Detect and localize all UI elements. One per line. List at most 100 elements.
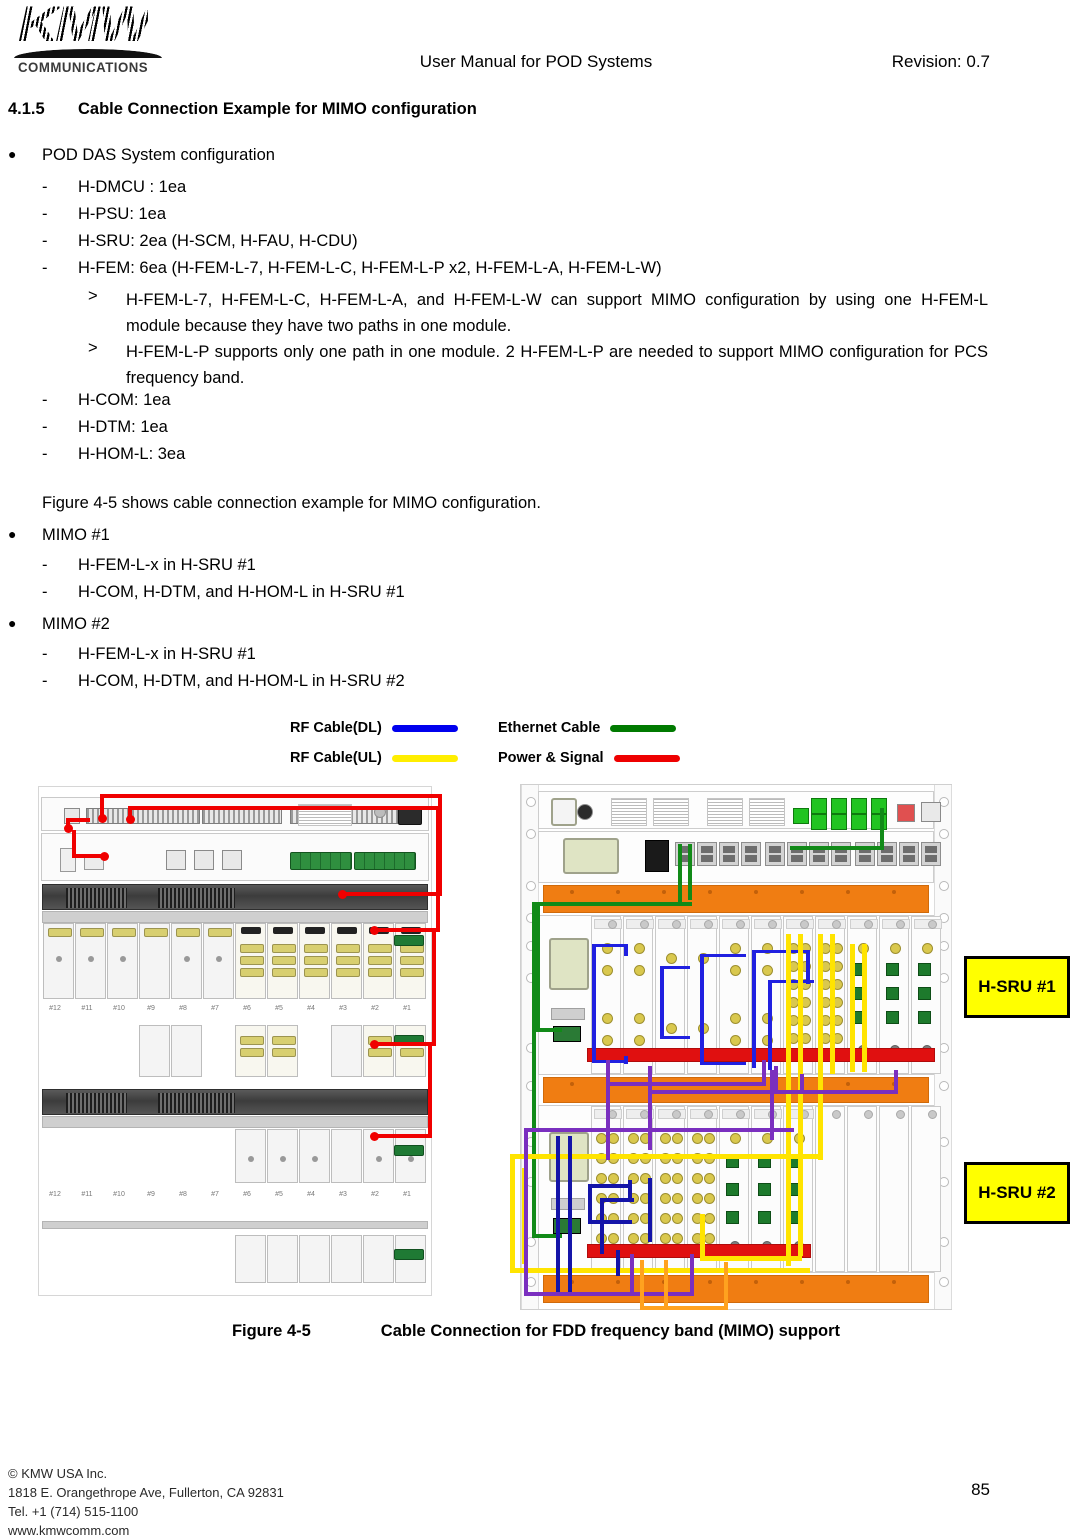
red-cable-node-7 [370,1040,379,1049]
sru1-keypad[interactable] [551,1008,585,1020]
fem-slot-4 [299,923,330,999]
fem-slot-b9 [139,1025,170,1077]
list-item-hdmcu: - H-DMCU : 1ea [42,178,186,197]
fem-slot2-6 [235,1129,266,1183]
eth-cable-seg-8 [532,902,536,1238]
red-cable-node-4 [100,852,109,861]
psu-jack-1 [166,850,186,870]
rf-ul-left-1 [510,1154,515,1272]
dmcu-port-2[interactable] [697,842,717,866]
rf-ul-5 [850,944,855,1072]
db-1 [556,1136,560,1292]
dmcu-port-strip-b [202,808,282,824]
footer-phone: Tel. +1 (714) 515-1100 [8,1504,139,1519]
red-cable-seg-5 [72,830,76,856]
purple-left-1 [524,1128,528,1296]
rf-ul-cross-2 [510,1268,810,1273]
legend-label: Power & Signal [498,750,604,766]
eth-cable-seg-1 [880,808,884,850]
fem-slot2-3 [331,1129,362,1183]
page-number: 85 [971,1480,990,1499]
dmcu-port-12[interactable] [921,842,941,866]
fem-slot3-5 [267,1235,298,1283]
db-4 [600,1198,604,1254]
legend-label: RF Cable(DL) [290,720,382,736]
dmcu-port-11[interactable] [899,842,919,866]
legend-label: RF Cable(UL) [290,750,382,766]
rf-dl-1e [592,1060,628,1063]
legend-swatch-green [610,724,677,732]
rf-ul-cross-3 [700,1256,802,1261]
db-3d [588,1220,632,1224]
red-cable-node-5 [338,890,347,899]
alarm-port [897,804,915,822]
figure-caption-text: Cable Connection for FDD frequency band … [380,1322,841,1340]
rf-dl-2 [660,966,664,1038]
angle-bullet-icon: > [88,287,98,305]
fem-slot-5 [267,923,298,999]
red-cable-seg-4 [66,818,90,822]
dash-icon: - [42,178,48,196]
page-footer: © KMW USA Inc. 1818 E. Orangethrope Ave,… [8,1464,284,1540]
switch-led-a5 [831,814,847,830]
psu-green-terminal-1 [290,852,352,870]
sru1-power-bar [587,1048,935,1062]
red-cable-seg-top [100,794,442,798]
purple-cross-1 [524,1128,794,1132]
sru2-card-10-empty [879,1106,909,1272]
bullet-icon: ● [8,146,17,162]
rf-ul-down-3 [818,1070,823,1160]
dmcu-port-3[interactable] [719,842,739,866]
list-item-label: H-PSU: 1ea [78,205,167,223]
list-item-hcom: - H-COM: 1ea [42,391,171,410]
top-unit-uplink-port[interactable] [921,802,941,822]
db-6 [616,1250,620,1276]
rf-ul-3 [818,934,823,1074]
purple-2b [648,1090,778,1094]
fem-slot-b2 [363,1025,394,1077]
note-mimo-two-path: > H-FEM-L-7, H-FEM-L-C, H-FEM-L-A, and H… [88,287,988,339]
dash-icon: - [42,672,48,690]
header-revision: Revision: 0.7 [891,52,990,71]
note-text: H-FEM-L-P supports only one path in one … [126,343,988,387]
hsru1-callout-text: H-SRU #1 [978,977,1056,996]
fan-vent-2 [653,798,689,826]
bullet-mimo-2: ● MIMO #2 [8,615,110,634]
fem-slot-b8 [171,1025,202,1077]
bullet-icon: ● [8,615,17,631]
fem-shelf-2-rail [42,1116,428,1128]
figure-diagram: #12 #11 #10 #9 #8 #7 #6 #5 #4 #3 #2 #1 #… [0,784,1072,1314]
fem-slot-b6 [235,1025,266,1077]
legend-swatch-yellow [391,754,458,762]
section-title: Cable Connection Example for MIMO config… [78,100,477,118]
dmcu-port-5[interactable] [765,842,785,866]
bullet-icon: ● [8,526,17,542]
red-cable-right-4 [372,928,440,932]
rf-ul-1 [786,934,791,1074]
fem-shelf-2-fan-tray [42,1089,428,1115]
fan-vent-1 [611,798,647,826]
hsru1-card-cage [538,915,942,1075]
note-hfem-lp: > H-FEM-L-P supports only one path in on… [88,339,988,391]
footer-website: www.kmwcomm.com [8,1523,130,1538]
sru2-card-11-empty [911,1106,941,1272]
dmcu-port-4[interactable] [741,842,761,866]
list-item-label: H-COM: 1ea [78,391,171,409]
fem-slot3-6 [235,1235,266,1283]
top-unit-knob [577,804,593,820]
list-item-label: H-HOM-L: 3ea [78,445,186,463]
dash-icon: - [42,232,48,250]
hsru1-top-unit [538,791,941,830]
legend-item-ethernet: Ethernet Cable [498,720,677,736]
right-rack-hsru [520,784,952,1310]
legend-swatch-red [613,754,680,762]
sru1-display [549,938,589,990]
fem-slot3-4 [299,1235,330,1283]
eth-cable-seg-7 [536,1028,562,1032]
purple-2 [648,1066,652,1150]
fem-shelf-3-rail [42,1221,428,1229]
fem-shelf-1-fan-tray [42,884,428,910]
switch-led-a8 [871,798,887,814]
db-4b [600,1198,634,1202]
rf-dl-3b [700,954,746,957]
